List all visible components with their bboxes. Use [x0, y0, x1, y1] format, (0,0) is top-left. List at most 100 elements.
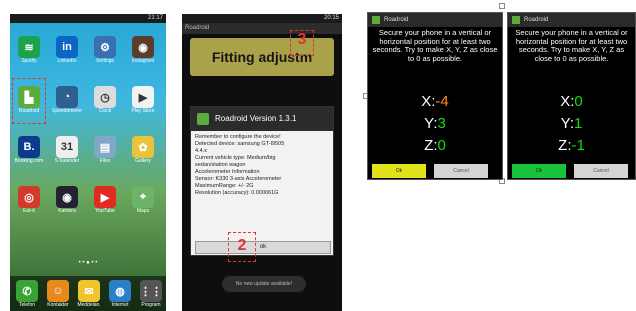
camera-icon: ◉ [132, 36, 154, 58]
app-linkedin[interactable]: in LinkedIn [52, 36, 82, 65]
dialog-body: Remember to configure the device! Detecte… [195, 134, 331, 197]
app-files[interactable]: ▤ Files [90, 136, 120, 165]
cal-cancel-button[interactable]: Cancel [574, 164, 628, 178]
y-axis-readout: Y:3 [368, 115, 502, 132]
step-2-number: 2 [237, 237, 247, 254]
cal-ok-button[interactable]: Ok [372, 164, 426, 178]
dock-messages[interactable]: ✉ Meddelan. [74, 280, 104, 309]
dock-contacts[interactable]: ☺ Kontakter [43, 280, 73, 309]
roadroid-logo-icon [197, 113, 209, 125]
booking-icon: B. [18, 136, 40, 158]
toast-text: No new update available! [235, 281, 293, 287]
app-title-bar: Roadroid [182, 23, 342, 34]
dialog-line: Current vehicle type: Medium/big [195, 155, 276, 161]
cal-cancel-button[interactable]: Cancel [434, 164, 488, 178]
app-label: Gallery [135, 158, 151, 164]
dock-phone[interactable]: ✆ Telefon [12, 280, 42, 309]
app-target[interactable]: ◎ Eat-it [14, 186, 44, 215]
y-value: 1 [574, 115, 583, 132]
files-icon: ▤ [94, 136, 116, 158]
play-store-icon: ▶ [132, 86, 154, 108]
dialog-line: Remember to configure the device! [195, 134, 281, 140]
status-time: 21:17 [147, 15, 163, 21]
apps-grid-icon: ⋮⋮ [140, 280, 162, 302]
y-label: Y: [560, 115, 574, 132]
speedometer-icon: ◔ [56, 86, 78, 108]
x-label: X: [560, 93, 575, 110]
dock-label: Telefon [18, 302, 36, 308]
z-value: -1 [571, 137, 585, 154]
app-gear[interactable]: ⚙ Settings [90, 36, 120, 65]
app-lens[interactable]: ◉ Kamera [52, 186, 82, 215]
dock-apps-grid[interactable]: ⋮⋮ Program [136, 280, 166, 309]
update-toast: No new update available! [222, 276, 306, 292]
dialog-ok-button[interactable]: ok [195, 241, 331, 254]
maps-icon: ⌖ [132, 186, 154, 208]
z-axis-readout: Z:0 [368, 137, 502, 154]
app-label: Maps [136, 208, 150, 214]
app-maps[interactable]: ⌖ Maps [128, 186, 158, 215]
home-screen: 21:17 ≋ Spotify in LinkedIn ⚙ Settings ◉ Instag… [10, 14, 166, 311]
cal-instruction: Secure your phone in a vertical or horiz… [515, 28, 628, 63]
linkedin-icon: in [56, 36, 78, 58]
status-bar: 21:17 [10, 14, 166, 23]
dialog-line: Detected device: samsung GT-I9505 [195, 141, 285, 147]
x-label: X: [421, 93, 436, 110]
app-label: Settings [95, 58, 115, 64]
youtube-icon: ▶ [94, 186, 116, 208]
cal-title: Roadroid [384, 17, 409, 23]
app-gallery[interactable]: ✿ Gallery [128, 136, 158, 165]
cal-title-bar: Roadroid [508, 13, 635, 27]
roadroid-logo-icon [512, 16, 520, 24]
app-label: Instagram [131, 58, 155, 64]
app-label: Booking.com [14, 158, 44, 164]
dialog-line: Resolution (accuracy): 0.000061G [195, 190, 279, 196]
lens-icon: ◉ [56, 186, 78, 208]
dock-label: Program [141, 302, 161, 308]
app-clock[interactable]: ◷ Clock [90, 86, 120, 115]
x-axis-readout: X:0 [508, 93, 635, 110]
app-title: Roadroid [185, 25, 210, 31]
app-label: YouTube [95, 208, 115, 214]
roadroid-logo-icon [372, 16, 380, 24]
cal-title: Roadroid [524, 17, 549, 23]
dialog-line: MaximumRange: +/- 2G [195, 183, 254, 189]
resize-handle-top[interactable] [499, 3, 505, 9]
cal-ok-button[interactable]: Ok [512, 164, 566, 178]
app-speedometer[interactable]: ◔ Speedometer [52, 86, 82, 115]
messages-icon: ✉ [78, 280, 100, 302]
app-youtube[interactable]: ▶ YouTube [90, 186, 120, 215]
step-3-number: 3 [297, 31, 307, 48]
internet-icon: ◍ [109, 280, 131, 302]
clock-icon: ◷ [94, 86, 116, 108]
app-label: S Kalender [54, 158, 80, 164]
step-3-marker: 3 [290, 30, 314, 56]
app-camera[interactable]: ◉ Instagram [128, 36, 158, 65]
dialog-title: Roadroid Version 1.3.1 [215, 114, 297, 123]
cal-instruction: Secure your phone in a vertical or horiz… [372, 28, 498, 63]
app-label: Kamera [58, 208, 76, 214]
dialog-line: Accelerometer Information [195, 169, 260, 175]
contacts-icon: ☺ [47, 280, 69, 302]
app-label: LinkedIn [57, 58, 77, 64]
app-label: Clock [98, 108, 112, 114]
y-axis-readout: Y:1 [508, 115, 635, 132]
calibration-screen-before: Roadroid Secure your phone in a vertical … [367, 12, 503, 180]
app-calendar[interactable]: 31 S Kalender [52, 136, 82, 165]
app-label: Eat-it [23, 208, 35, 214]
gear-icon: ⚙ [94, 36, 116, 58]
spotify-icon: ≋ [18, 36, 40, 58]
target-icon: ◎ [18, 186, 40, 208]
x-value: 0 [574, 93, 583, 110]
app-play-store[interactable]: ▶ Play Store [128, 86, 158, 115]
calendar-icon: 31 [56, 136, 78, 158]
app-booking[interactable]: B. Booking.com [14, 136, 44, 165]
roadroid-screen: 20:15 Roadroid Fitting adjustm 3 Roadroi… [182, 14, 342, 311]
z-value: 0 [437, 137, 446, 154]
app-spotify[interactable]: ≋ Spotify [14, 36, 44, 65]
dock-label: Kontakter [47, 302, 69, 308]
status-bar-2: 20:15 [182, 14, 342, 23]
dock-internet[interactable]: ◍ Internet [105, 280, 135, 309]
status-time-2: 20:15 [323, 15, 339, 21]
dock: ✆ Telefon ☺ Kontakter ✉ Meddelan. ◍ Internet ⋮⋮ P… [10, 276, 166, 311]
